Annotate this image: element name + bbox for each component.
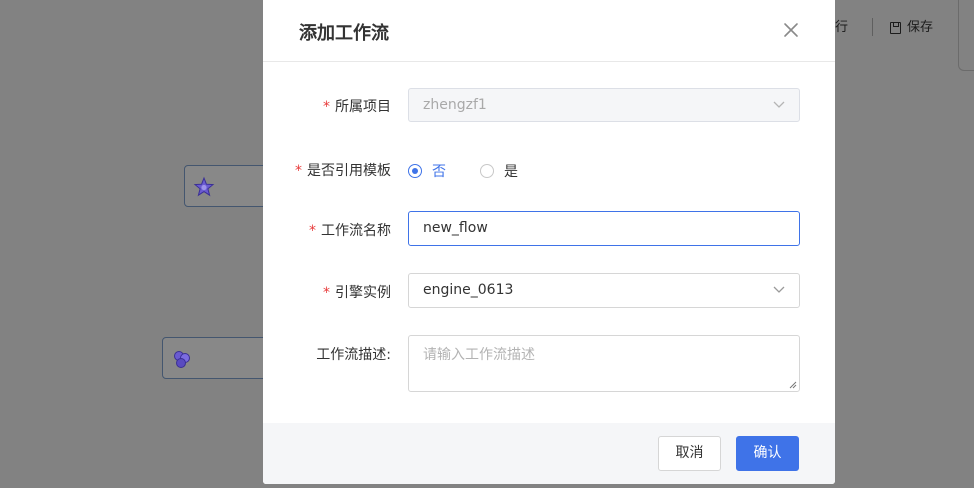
- canvas-side-panel-edge: [958, 0, 974, 71]
- dialog-footer: 取消 确认: [263, 423, 835, 484]
- project-label: * 所属项目: [323, 99, 391, 115]
- chevron-down-icon: [773, 286, 785, 293]
- dialog-title: 添加工作流: [299, 23, 389, 44]
- required-mark: *: [295, 163, 302, 179]
- required-mark: *: [323, 285, 330, 301]
- save-icon: [890, 22, 901, 34]
- confirm-button[interactable]: 确认: [736, 436, 799, 471]
- dialog-header: 添加工作流: [263, 0, 835, 62]
- project-select[interactable]: zhengzf1: [408, 88, 800, 122]
- radio-yes[interactable]: 是: [480, 161, 518, 181]
- engine-label: * 引擎实例: [323, 285, 391, 301]
- engine-select[interactable]: engine_0613: [408, 273, 800, 308]
- radio-unchecked-icon: [480, 164, 494, 178]
- description-textarea[interactable]: 请输入工作流描述: [408, 335, 800, 392]
- workflow-name-label: * 工作流名称: [309, 223, 391, 239]
- use-template-radio-group: 否 是: [408, 161, 552, 181]
- radio-yes-label: 是: [504, 164, 518, 180]
- close-icon[interactable]: [782, 21, 800, 39]
- workflow-name-input[interactable]: [423, 213, 783, 243]
- description-placeholder: 请输入工作流描述: [423, 347, 535, 363]
- toolbar-divider: [872, 18, 873, 36]
- add-workflow-dialog: 添加工作流 * 所属项目 zhengzf1 * 是否引用模板 否 是 * 工作流…: [263, 0, 835, 484]
- required-mark: *: [309, 223, 316, 239]
- required-mark: *: [323, 99, 330, 115]
- save-button-label: 保存: [907, 20, 934, 35]
- run-button-label: 行: [835, 20, 849, 35]
- chevron-down-icon: [773, 101, 785, 108]
- star-node-icon: [193, 176, 215, 197]
- cluster-node-icon: [174, 351, 190, 368]
- description-label: 工作流描述:: [316, 347, 391, 363]
- cancel-button[interactable]: 取消: [658, 436, 721, 471]
- project-select-value: zhengzf1: [423, 97, 487, 113]
- radio-checked-icon: [408, 164, 422, 178]
- save-button[interactable]: 保存: [890, 17, 933, 39]
- engine-select-value: engine_0613: [423, 282, 514, 298]
- radio-no[interactable]: 否: [408, 161, 446, 181]
- run-button[interactable]: 行: [835, 17, 848, 39]
- use-template-label: * 是否引用模板: [295, 163, 391, 179]
- resize-handle-icon[interactable]: [789, 381, 797, 389]
- radio-no-label: 否: [432, 164, 446, 180]
- workflow-name-field[interactable]: [408, 211, 800, 246]
